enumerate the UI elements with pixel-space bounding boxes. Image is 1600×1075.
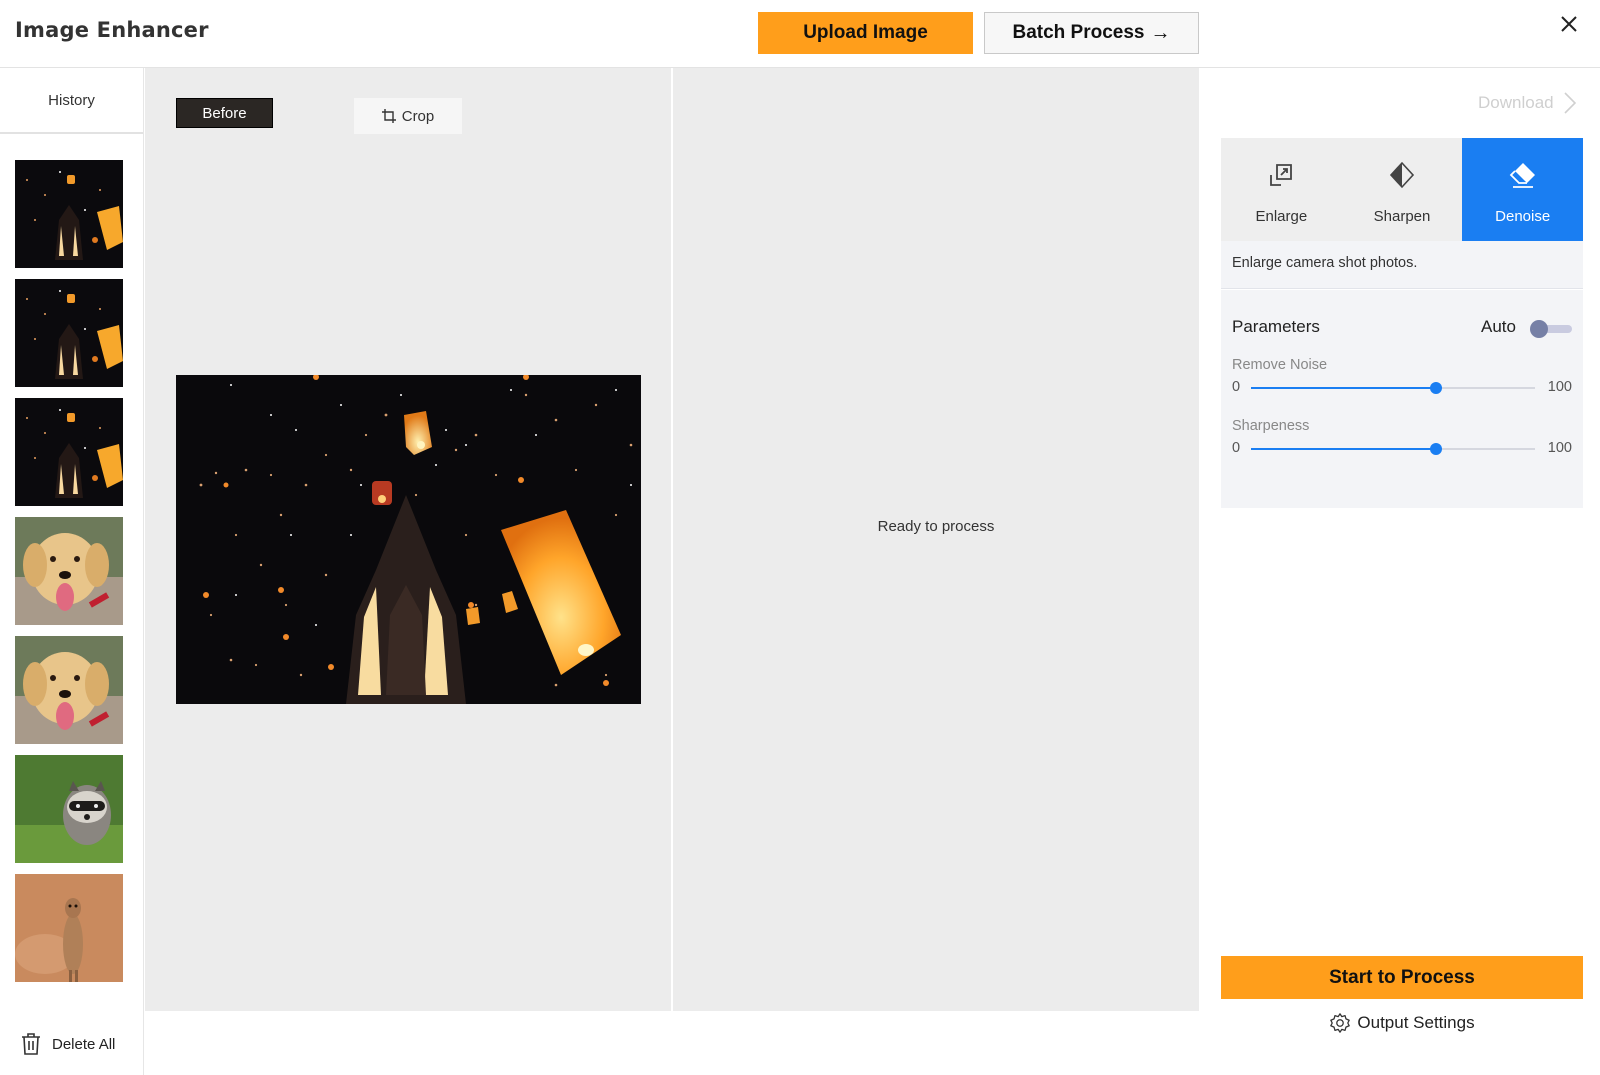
remove-noise-slider[interactable]: 0 100 bbox=[1232, 378, 1572, 398]
history-thumbnail[interactable] bbox=[15, 874, 123, 982]
slider-thumb[interactable] bbox=[1429, 382, 1442, 394]
start-process-label: Start to Process bbox=[1329, 966, 1475, 988]
parameters-panel: Parameters Auto Remove Noise 0 100 Sharp… bbox=[1221, 290, 1583, 508]
slider-max: 100 bbox=[1547, 440, 1572, 456]
tab-denoise[interactable]: Denoise bbox=[1462, 138, 1584, 241]
sharpen-icon bbox=[1389, 161, 1415, 189]
trash-icon bbox=[22, 1033, 40, 1055]
delete-all-button[interactable]: Delete All bbox=[20, 1032, 115, 1056]
output-settings-label: Output Settings bbox=[1357, 1013, 1475, 1032]
eraser-icon bbox=[1509, 163, 1535, 188]
sky-lanterns-image bbox=[176, 374, 641, 704]
close-button[interactable] bbox=[1556, 11, 1582, 37]
slider-max: 100 bbox=[1547, 379, 1572, 395]
start-process-button[interactable]: Start to Process bbox=[1221, 956, 1583, 999]
canvas-footer bbox=[145, 1011, 1199, 1075]
history-thumbnail[interactable] bbox=[15, 636, 123, 744]
before-badge: Before bbox=[176, 98, 273, 128]
upload-image-button[interactable]: Upload Image bbox=[758, 12, 973, 54]
slider-fill bbox=[1251, 387, 1436, 389]
chevron-right-icon bbox=[1564, 92, 1576, 114]
after-panel: Ready to process bbox=[673, 68, 1199, 1011]
output-settings-button[interactable]: Output Settings bbox=[1221, 1012, 1583, 1034]
tab-sharpen-label: Sharpen bbox=[1373, 208, 1431, 225]
slider-min: 0 bbox=[1232, 379, 1241, 395]
meerkat-thumbnail-image bbox=[15, 874, 123, 982]
gear-icon bbox=[1330, 1013, 1351, 1033]
settings-panel: Download Enlarge Sharpen Denoise Enlarge… bbox=[1200, 68, 1600, 1075]
dog-thumbnail-image bbox=[15, 517, 123, 625]
batch-process-button[interactable]: Batch Process → bbox=[984, 12, 1199, 54]
app-header: Image Enhancer Upload Image Batch Proces… bbox=[0, 0, 1600, 68]
raccoon-thumbnail-image bbox=[15, 755, 123, 863]
download-label: Download bbox=[1478, 93, 1554, 112]
remove-noise-label: Remove Noise bbox=[1232, 357, 1328, 373]
slider-track[interactable] bbox=[1251, 443, 1535, 455]
tab-sharpen[interactable]: Sharpen bbox=[1342, 138, 1463, 241]
tab-enlarge[interactable]: Enlarge bbox=[1221, 138, 1342, 241]
tab-enlarge-label: Enlarge bbox=[1255, 208, 1308, 225]
batch-process-label: Batch Process bbox=[1012, 22, 1145, 43]
slider-track[interactable] bbox=[1251, 382, 1535, 394]
history-title: History bbox=[48, 91, 95, 109]
crop-button[interactable]: Crop bbox=[354, 98, 462, 134]
history-thumbnail[interactable] bbox=[15, 279, 123, 387]
arrow-right-icon: → bbox=[1150, 21, 1171, 44]
history-sidebar: History Delete All bbox=[0, 68, 144, 1075]
sharpeness-label: Sharpeness bbox=[1232, 418, 1310, 434]
history-tab[interactable]: History bbox=[0, 68, 143, 134]
history-thumbnail[interactable] bbox=[15, 398, 123, 506]
crop-label: Crop bbox=[401, 107, 435, 125]
lanterns-thumbnail-image bbox=[15, 398, 123, 506]
tool-tabs: Enlarge Sharpen Denoise bbox=[1221, 138, 1584, 241]
history-thumbnail[interactable] bbox=[15, 755, 123, 863]
history-thumbnail[interactable] bbox=[15, 160, 123, 268]
slider-thumb[interactable] bbox=[1429, 443, 1442, 455]
delete-all-label: Delete All bbox=[52, 1035, 116, 1053]
slider-min: 0 bbox=[1232, 440, 1241, 456]
before-panel: Before Crop bbox=[145, 68, 671, 1011]
tab-denoise-label: Denoise bbox=[1495, 208, 1551, 225]
close-icon bbox=[1561, 16, 1577, 32]
sharpeness-slider[interactable]: 0 100 bbox=[1232, 439, 1572, 459]
lanterns-thumbnail-image bbox=[15, 279, 123, 387]
lanterns-thumbnail-image bbox=[15, 160, 123, 268]
crop-icon bbox=[381, 109, 396, 123]
download-button[interactable]: Download bbox=[1478, 92, 1576, 114]
history-thumbnail[interactable] bbox=[15, 517, 123, 625]
auto-toggle[interactable] bbox=[1530, 320, 1572, 340]
parameters-title: Parameters bbox=[1232, 317, 1320, 336]
history-thumbnail-list bbox=[15, 160, 123, 993]
auto-label: Auto bbox=[1481, 317, 1516, 336]
toggle-knob bbox=[1530, 320, 1548, 338]
tool-description: Enlarge camera shot photos. bbox=[1221, 241, 1583, 289]
slider-fill bbox=[1251, 448, 1436, 450]
source-image bbox=[176, 374, 641, 704]
enlarge-icon bbox=[1270, 164, 1293, 186]
app-title: Image Enhancer bbox=[15, 18, 209, 42]
status-text: Ready to process bbox=[877, 518, 995, 535]
upload-image-label: Upload Image bbox=[803, 22, 928, 43]
dog-thumbnail-image bbox=[15, 636, 123, 744]
